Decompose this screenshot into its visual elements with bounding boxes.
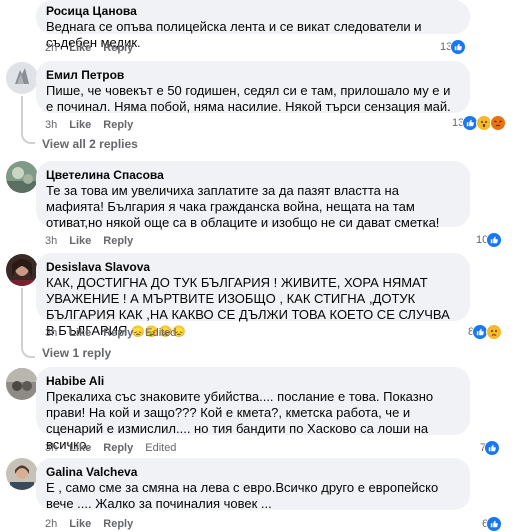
comment-actions: 3h Like Reply xyxy=(45,118,133,132)
comment-text: Е , само сме за смяна на лева с евро.Вси… xyxy=(46,480,439,511)
reaction-summary[interactable]: 10 xyxy=(476,232,503,248)
comment-time[interactable]: 3h xyxy=(45,441,57,455)
like-reaction-icon xyxy=(450,39,467,55)
like-button[interactable]: Like xyxy=(69,234,91,248)
comment-bubble: Цветелина Спасова Те за това им увеличих… xyxy=(36,161,470,230)
like-button[interactable]: Like xyxy=(69,118,91,132)
comment-bubble: Galina Valcheva Е , само сме за смяна на… xyxy=(36,458,470,511)
comment-bubble: Desislava Slavova КАК, ДОСТИГНА ДО ТУК Б… xyxy=(36,253,470,338)
reply-button[interactable]: Reply xyxy=(103,326,133,340)
comment-author[interactable]: Galina Valcheva xyxy=(46,464,458,480)
view-replies-label[interactable]: View all 2 replies xyxy=(42,137,138,151)
comment-actions: 3h Like Reply Edited xyxy=(45,441,176,455)
comment-time[interactable]: 3h xyxy=(45,234,57,248)
comment-bubble: Habibe Ali Прекалиха със знаковите убийс… xyxy=(36,367,470,452)
comment-time[interactable]: 3h xyxy=(45,118,57,132)
reply-button[interactable]: Reply xyxy=(103,118,133,132)
thread-connector xyxy=(21,344,35,358)
comment-author[interactable]: Емил Петров xyxy=(46,67,458,83)
comment-bubble: Емил Петров Пише, че човекът е 50 годише… xyxy=(36,61,470,114)
view-replies-link[interactable]: View 1 reply xyxy=(42,346,111,360)
comment-author[interactable]: Цветелина Спасова xyxy=(46,167,458,183)
reaction-summary[interactable]: 8 xyxy=(468,324,503,340)
avatar[interactable] xyxy=(6,254,38,286)
reaction-summary[interactable]: 13 xyxy=(452,115,507,131)
edited-label: Edited xyxy=(145,327,177,339)
avatar[interactable] xyxy=(6,161,38,193)
comment-author[interactable]: Росица Цанова xyxy=(46,3,458,19)
avatar[interactable] xyxy=(6,458,38,490)
thread-line xyxy=(21,96,23,132)
comment-actions: 2h Like Reply xyxy=(45,517,133,531)
comment-author[interactable]: Desislava Slavova xyxy=(46,259,458,275)
comment-time[interactable]: 2h xyxy=(45,41,57,55)
comment-text: Те за това им увеличиха заплатите за да … xyxy=(46,183,440,230)
reply-button[interactable]: Reply xyxy=(103,517,133,531)
sad-reaction-icon xyxy=(486,324,503,340)
reply-button[interactable]: Reply xyxy=(103,41,133,55)
like-button[interactable]: Like xyxy=(69,326,91,340)
reaction-summary[interactable]: 7 xyxy=(480,440,501,456)
thread-line xyxy=(21,288,23,348)
comment-time[interactable]: 2h xyxy=(45,517,57,531)
comment-text: Пише, че човекът е 50 годишен, седял си … xyxy=(46,83,451,114)
like-reaction-icon xyxy=(484,440,501,456)
comment-actions: 3h Like Reply Edited xyxy=(45,326,176,340)
like-reaction-icon xyxy=(486,232,503,248)
angry-reaction-icon xyxy=(490,115,507,131)
comment-actions: 3h Like Reply xyxy=(45,234,133,248)
reaction-summary[interactable]: 13 xyxy=(440,39,467,55)
like-reaction-icon xyxy=(486,516,503,532)
reply-button[interactable]: Reply xyxy=(103,234,133,248)
avatar[interactable] xyxy=(6,368,38,400)
view-replies-label[interactable]: View 1 reply xyxy=(42,346,111,360)
comment-time[interactable]: 3h xyxy=(45,326,57,340)
view-replies-link[interactable]: View all 2 replies xyxy=(42,137,138,151)
like-button[interactable]: Like xyxy=(69,517,91,531)
reaction-summary[interactable]: 6 xyxy=(482,516,503,532)
reply-button[interactable]: Reply xyxy=(103,441,133,455)
like-button[interactable]: Like xyxy=(69,441,91,455)
edited-label: Edited xyxy=(145,442,177,454)
avatar[interactable] xyxy=(6,62,38,94)
comment-bubble: Росица Цанова Веднага се опъва полицейск… xyxy=(36,0,470,50)
like-button[interactable]: Like xyxy=(69,41,91,55)
thread-connector xyxy=(21,130,35,144)
comment-actions: 2h Like Reply xyxy=(45,41,133,55)
comment-author[interactable]: Habibe Ali xyxy=(46,373,458,389)
